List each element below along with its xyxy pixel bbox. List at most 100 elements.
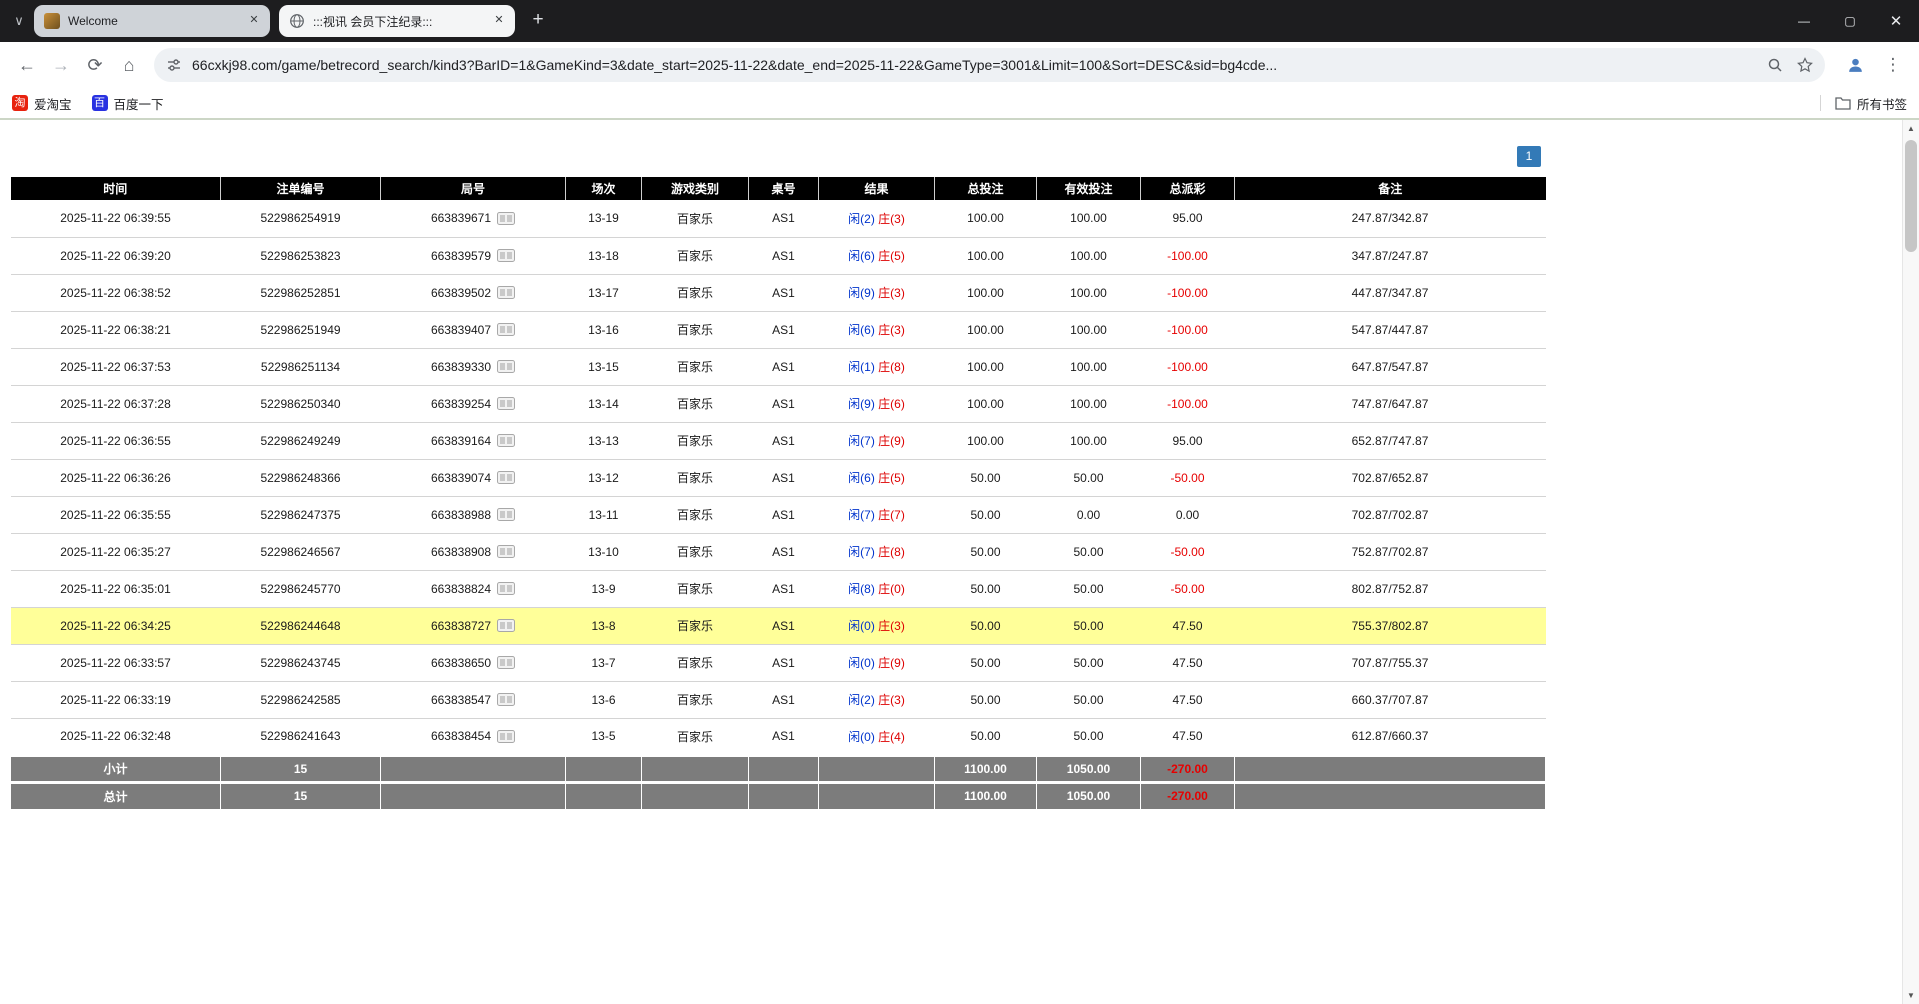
all-bookmarks-label: 所有书签 [1857,94,1907,113]
replay-icon[interactable] [497,323,515,336]
cell-total-bet[interactable]: 100.00 [935,311,1037,348]
tab-welcome[interactable]: Welcome ✕ [34,5,270,37]
replay-icon[interactable] [497,471,515,484]
cell-total-bet[interactable]: 50.00 [935,644,1037,681]
cell-total-bet[interactable]: 100.00 [935,237,1037,274]
window-minimize-icon[interactable]: — [1781,0,1827,42]
cell-payout: -100.00 [1141,237,1235,274]
cell-total-bet[interactable]: 100.00 [935,348,1037,385]
tab-close-icon[interactable]: ✕ [246,13,262,29]
back-icon[interactable]: ← [10,48,44,82]
address-bar[interactable]: 66cxkj98.com/game/betrecord_search/kind3… [154,48,1825,82]
bookmark-baidu[interactable]: 百 百度一下 [92,94,164,113]
result-banker: 庄(5) [878,249,905,263]
cell-game-type: 百家乐 [642,348,749,385]
cell-time: 2025-11-22 06:34:25 [11,607,221,644]
cell-total-bet[interactable]: 100.00 [935,422,1037,459]
cell-remark: 802.87/752.87 [1235,570,1546,607]
cell-round: 663839330 [381,348,566,385]
cell-payout: 47.50 [1141,644,1235,681]
cell-result: 闲(0) 庄(9) [819,644,935,681]
cell-remark: 347.87/247.87 [1235,237,1546,274]
nav-toolbar: ← → ⟳ ⌂ 66cxkj98.com/game/betrecord_sear… [0,42,1919,88]
url-text[interactable]: 66cxkj98.com/game/betrecord_search/kind3… [192,57,1757,73]
summary-cell-empty [1235,782,1546,809]
forward-icon[interactable]: → [44,48,78,82]
round-number: 663838908 [431,545,491,559]
cell-session: 13-7 [566,644,642,681]
all-bookmarks-button[interactable]: 所有书签 [1820,94,1907,113]
result-player: 闲(0) [848,619,875,633]
refresh-icon[interactable]: ⟳ [78,48,112,82]
scrollbar-thumb[interactable] [1905,140,1917,252]
replay-icon[interactable] [497,545,515,558]
replay-icon[interactable] [497,656,515,669]
result-player: 闲(6) [848,249,875,263]
replay-icon[interactable] [497,582,515,595]
replay-icon[interactable] [497,286,515,299]
cell-remark: 647.87/547.87 [1235,348,1546,385]
replay-icon[interactable] [497,434,515,447]
summary-row: 小计 15 1100.00 1050.00 -270.00 [11,755,1546,782]
replay-icon[interactable] [497,397,515,410]
cell-session: 13-10 [566,533,642,570]
tab-close-icon[interactable]: ✕ [491,13,507,29]
cell-total-bet[interactable]: 100.00 [935,274,1037,311]
cell-game-type: 百家乐 [642,311,749,348]
new-tab-button[interactable]: + [524,7,552,35]
bookmark-taobao[interactable]: 淘 爱淘宝 [12,94,72,113]
replay-icon[interactable] [497,693,515,706]
cell-total-bet[interactable]: 50.00 [935,681,1037,718]
replay-icon[interactable] [497,249,515,262]
summary-row: 总计 15 1100.00 1050.00 -270.00 [11,782,1546,809]
tab-search-chevron-icon[interactable]: ∨ [8,13,30,29]
summary-cell-empty [749,782,819,809]
column-header: 总投注 [935,177,1037,200]
scrollbar-down-icon[interactable]: ▼ [1903,987,1919,1004]
cell-time: 2025-11-22 06:35:55 [11,496,221,533]
table-row: 2025-11-22 06:39:55 522986254919 6638396… [11,200,1546,237]
cell-total-bet[interactable]: 50.00 [935,718,1037,755]
cell-valid-bet: 100.00 [1037,422,1141,459]
cell-total-bet[interactable]: 50.00 [935,459,1037,496]
cell-result: 闲(7) 庄(9) [819,422,935,459]
window-close-icon[interactable]: ✕ [1873,0,1919,42]
globe-favicon-icon [289,13,305,29]
cell-total-bet[interactable]: 50.00 [935,607,1037,644]
cell-total-bet[interactable]: 100.00 [935,200,1037,237]
zoom-icon[interactable] [1767,57,1783,73]
window-maximize-icon[interactable]: ▢ [1827,0,1873,42]
cell-remark: 652.87/747.87 [1235,422,1546,459]
replay-icon[interactable] [497,212,515,225]
cell-total-bet[interactable]: 50.00 [935,496,1037,533]
scrollbar-up-icon[interactable]: ▲ [1903,120,1919,137]
site-info-icon[interactable] [166,57,182,73]
vertical-scrollbar[interactable]: ▲ ▼ [1902,120,1919,1004]
tab-bet-record[interactable]: :::视讯 会员下注纪录::: ✕ [279,5,515,37]
replay-icon[interactable] [497,619,515,632]
result-banker: 庄(4) [878,730,905,744]
bookmark-star-icon[interactable] [1797,57,1813,73]
cell-total-bet[interactable]: 50.00 [935,570,1037,607]
cell-time: 2025-11-22 06:33:57 [11,644,221,681]
cell-time: 2025-11-22 06:33:19 [11,681,221,718]
cell-bet-id: 522986247375 [221,496,381,533]
cell-result: 闲(7) 庄(7) [819,496,935,533]
column-header: 注单编号 [221,177,381,200]
cell-session: 13-18 [566,237,642,274]
cell-total-bet[interactable]: 50.00 [935,533,1037,570]
table-row: 2025-11-22 06:34:25 522986244648 6638387… [11,607,1546,644]
round-number: 663839407 [431,323,491,337]
cell-game-type: 百家乐 [642,274,749,311]
browser-menu-icon[interactable]: ⋮ [1877,49,1909,81]
cell-total-bet[interactable]: 100.00 [935,385,1037,422]
replay-icon[interactable] [497,508,515,521]
result-banker: 庄(5) [878,471,905,485]
profile-icon[interactable] [1839,49,1871,81]
replay-icon[interactable] [497,360,515,373]
table-row: 2025-11-22 06:38:52 522986252851 6638395… [11,274,1546,311]
home-icon[interactable]: ⌂ [112,48,146,82]
replay-icon[interactable] [497,730,515,743]
pagination-page-1[interactable]: 1 [1517,146,1541,167]
cell-bet-id: 522986250340 [221,385,381,422]
